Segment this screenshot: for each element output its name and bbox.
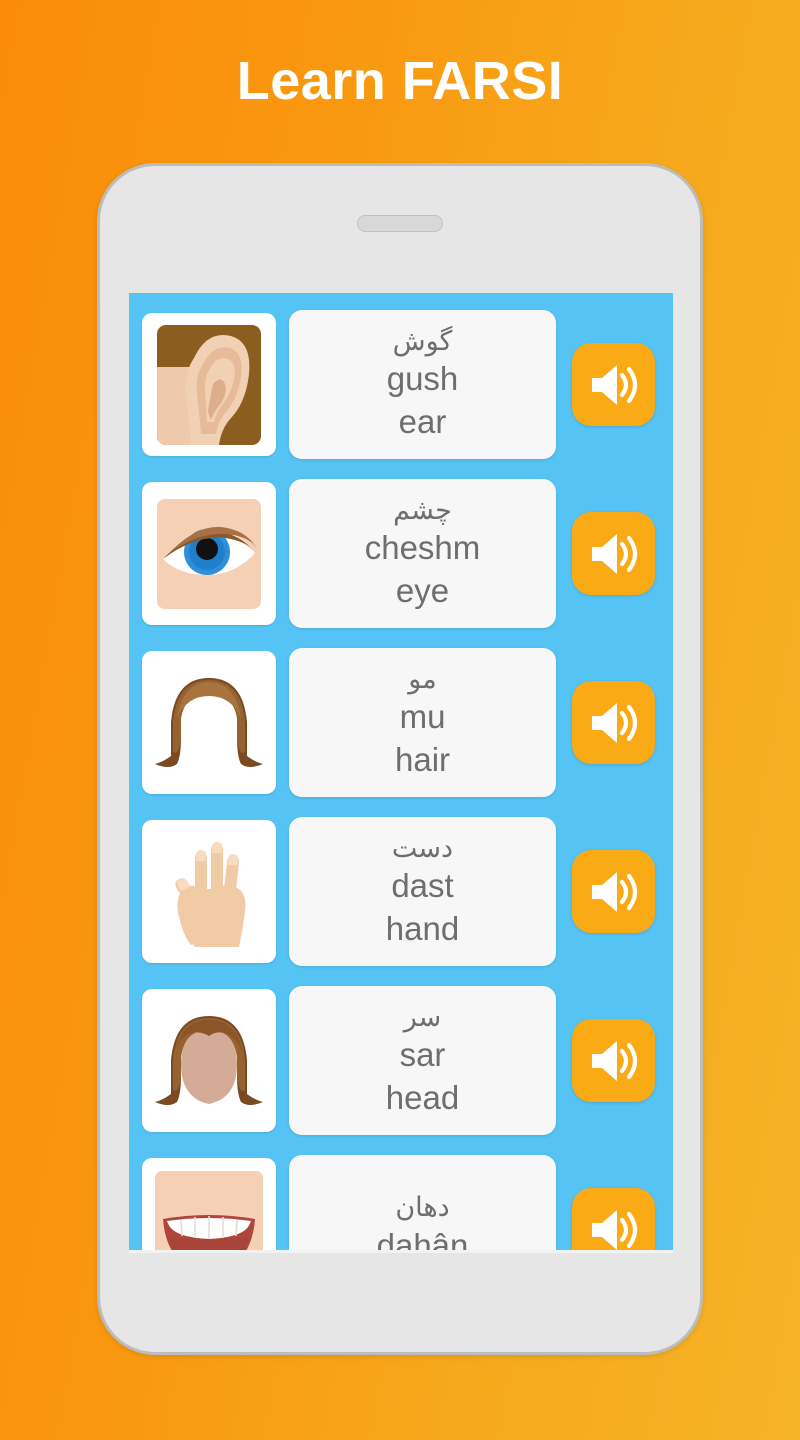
word-card[interactable]: چشم cheshm eye <box>289 479 556 628</box>
speaker-icon <box>591 702 637 743</box>
transliteration: mu <box>399 698 446 736</box>
transliteration: dast <box>391 867 454 905</box>
speaker-icon <box>591 1040 637 1081</box>
play-audio-button[interactable] <box>572 1188 655 1250</box>
word-card[interactable]: دست dast hand <box>289 817 556 966</box>
native-word: سر <box>403 1001 442 1032</box>
earpiece-speaker-icon <box>357 215 443 232</box>
english-word: head <box>385 1079 460 1117</box>
play-audio-button[interactable] <box>572 681 655 764</box>
word-card[interactable]: دهان dahân <box>289 1155 556 1253</box>
speaker-icon <box>591 871 637 912</box>
speaker-icon <box>591 1209 637 1250</box>
english-word: ear <box>398 403 447 441</box>
list-item[interactable]: گوش gush ear <box>129 300 673 469</box>
english-word: hair <box>394 741 451 779</box>
play-audio-button[interactable] <box>572 343 655 426</box>
native-word: چشم <box>393 494 452 525</box>
vocabulary-list: گوش gush ear چشم cheshm eye مو mu hair د… <box>129 293 673 1253</box>
list-item[interactable]: دست dast hand <box>129 807 673 976</box>
native-word: گوش <box>392 325 453 356</box>
play-audio-button[interactable] <box>572 850 655 933</box>
list-item[interactable]: مو mu hair <box>129 638 673 807</box>
native-word: دست <box>391 832 454 863</box>
native-word: دهان <box>395 1192 450 1223</box>
english-word: hand <box>385 910 460 948</box>
native-word: مو <box>408 663 437 694</box>
page-title: Learn FARSI <box>236 51 564 111</box>
speaker-icon <box>591 533 637 574</box>
hair-icon[interactable] <box>142 651 276 794</box>
speaker-icon <box>591 364 637 405</box>
english-word: eye <box>395 572 450 610</box>
list-item[interactable]: چشم cheshm eye <box>129 469 673 638</box>
word-card[interactable]: سر sar head <box>289 986 556 1135</box>
transliteration: sar <box>399 1036 446 1074</box>
phone-mockup: گوش gush ear چشم cheshm eye مو mu hair د… <box>97 163 703 1355</box>
head-icon[interactable] <box>142 989 276 1132</box>
word-card[interactable]: گوش gush ear <box>289 310 556 459</box>
transliteration: gush <box>386 360 459 398</box>
play-audio-button[interactable] <box>572 512 655 595</box>
app-screen: گوش gush ear چشم cheshm eye مو mu hair د… <box>129 293 673 1253</box>
list-item[interactable]: سر sar head <box>129 976 673 1145</box>
list-item[interactable]: دهان dahân <box>129 1145 673 1253</box>
hand-icon[interactable] <box>142 820 276 963</box>
transliteration: dahân <box>376 1226 469 1253</box>
mouth-icon[interactable] <box>142 1158 276 1250</box>
word-card[interactable]: مو mu hair <box>289 648 556 797</box>
eye-icon[interactable] <box>142 482 276 625</box>
play-audio-button[interactable] <box>572 1019 655 1102</box>
ear-icon[interactable] <box>142 313 276 456</box>
transliteration: cheshm <box>364 529 481 567</box>
